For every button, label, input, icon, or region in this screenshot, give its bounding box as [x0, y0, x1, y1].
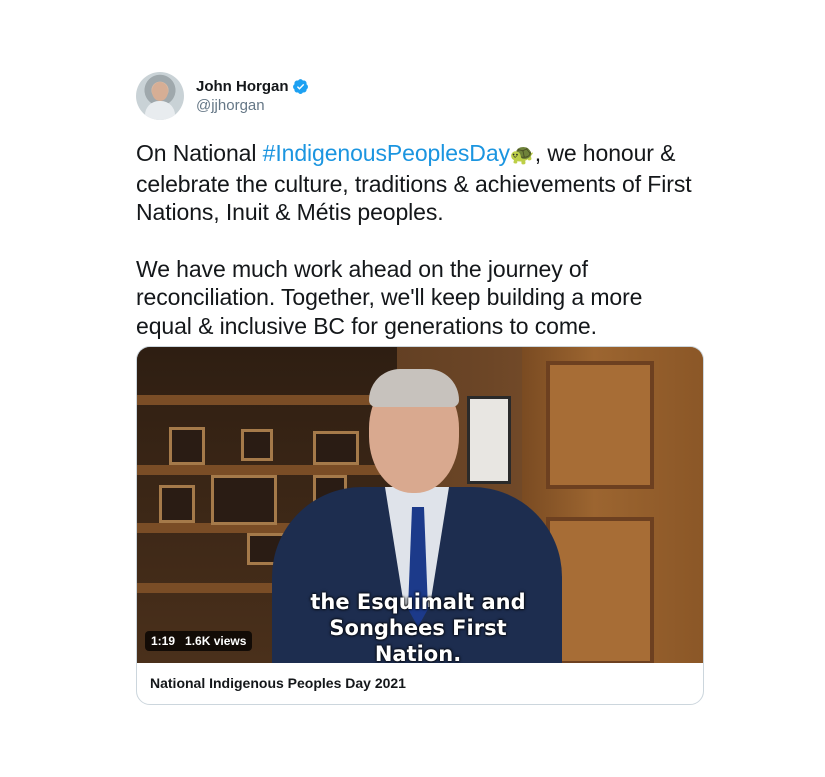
tweet-header: John Horgan @jjhorgan — [136, 70, 702, 122]
speaker-hair — [369, 369, 459, 407]
author-name[interactable]: John Horgan — [196, 78, 289, 95]
video-subtitle: the Esquimalt and Songhees First Nation. — [287, 589, 549, 663]
video-card-title[interactable]: National Indigenous Peoples Day 2021 — [137, 663, 703, 703]
tweet: John Horgan @jjhorgan On National #Indig… — [136, 70, 704, 705]
subtitle-line-1: the Esquimalt and — [310, 590, 526, 614]
hashtag-link[interactable]: #IndigenousPeoplesDay — [263, 140, 510, 166]
tweet-text: On National #IndigenousPeoplesDay🐢, we h… — [136, 139, 702, 340]
tweet-paragraph-2: We have much work ahead on the journey o… — [136, 255, 643, 339]
author-handle[interactable]: @jjhorgan — [196, 97, 309, 114]
turtle-emoji-icon: 🐢 — [509, 144, 535, 166]
author-info: John Horgan @jjhorgan — [196, 78, 309, 114]
video-card[interactable]: the Esquimalt and Songhees First Nation.… — [136, 346, 704, 705]
video-duration: 1:19 — [151, 634, 176, 648]
wall-picture — [467, 396, 511, 484]
verified-badge-icon — [292, 79, 308, 94]
video-player[interactable]: the Esquimalt and Songhees First Nation.… — [137, 347, 703, 663]
video-views: 1.6K views — [185, 634, 247, 648]
text-segment: On National — [136, 140, 263, 166]
tweet-paragraph-1: On National #IndigenousPeoplesDay🐢, we h… — [136, 139, 702, 227]
video-meta-badge: 1:19 1.6K views — [145, 631, 253, 651]
avatar[interactable] — [136, 72, 184, 120]
subtitle-line-2: Songhees First Nation. — [329, 616, 507, 663]
